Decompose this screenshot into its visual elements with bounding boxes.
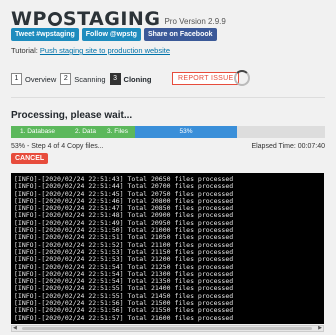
step-label: Scanning <box>74 74 106 84</box>
log-horizontal-scrollbar[interactable]: ◀ ▶ <box>11 325 324 332</box>
step-indicator: 1 Overview 2 Scanning 3 Cloning <box>11 73 155 85</box>
step-cloning: 3 Cloning <box>109 73 152 85</box>
social-buttons: Tweet #wpstaging Follow @wpstg Share on … <box>11 28 217 41</box>
tutorial-link[interactable]: Push staging site to production website <box>40 46 170 55</box>
step-scanning[interactable]: 2 Scanning <box>60 73 106 85</box>
status-line: 53% - Step 4 of 4 Copy files... Elapsed … <box>11 143 325 150</box>
cancel-button[interactable]: CANCEL <box>11 153 49 164</box>
tutorial-label: Tutorial: <box>11 46 38 55</box>
scroll-left-icon[interactable]: ◀ <box>13 326 17 331</box>
app-header: WP STAGING Pro Version 2.9.9 <box>11 8 226 30</box>
version-label: Pro Version 2.9.9 <box>164 17 226 26</box>
elapsed-time: Elapsed Time: 00:07:40 <box>251 143 325 150</box>
log-console[interactable]: [INFO]-[2020/02/24 22:51:43] Total 20650… <box>11 173 324 324</box>
scroll-right-icon[interactable]: ▶ <box>318 326 322 331</box>
logo-o-icon <box>47 12 62 26</box>
progress-segment-files: 3. Files <box>103 126 135 138</box>
divider <box>11 97 325 98</box>
follow-button[interactable]: Follow @wpstg <box>81 28 141 41</box>
step-overview[interactable]: 1 Overview <box>11 73 56 85</box>
report-issue-button[interactable]: REPORT ISSUE <box>172 72 240 85</box>
tweet-button[interactable]: Tweet #wpstaging <box>11 28 79 41</box>
step-number: 2 <box>60 73 72 85</box>
step-label: Cloning <box>123 74 152 84</box>
scrollbar-thumb[interactable] <box>22 327 312 330</box>
step-number: 1 <box>11 73 22 85</box>
processing-title: Processing, please wait... <box>11 110 133 121</box>
log-line: [INFO]-[2020/02/24 22:51:57] Total 21600… <box>14 313 234 322</box>
progress-segment-database: 1. Database <box>11 126 67 138</box>
tutorial-line: Tutorial: Push staging site to productio… <box>11 46 170 55</box>
step-number: 3 <box>109 73 121 85</box>
progress-bar: 1. Database 2. Data 3. Files 53% <box>11 126 325 138</box>
progress-percent-fill: 53% <box>135 126 237 138</box>
progress-segment-data: 2. Data <box>67 126 103 138</box>
wpstaging-logo: WP STAGING <box>11 8 161 30</box>
share-facebook-button[interactable]: Share on Facebook <box>143 28 217 41</box>
status-step-text: 53% - Step 4 of 4 Copy files... <box>11 143 104 150</box>
loading-spinner-icon <box>234 70 250 86</box>
step-label: Overview <box>25 74 57 84</box>
